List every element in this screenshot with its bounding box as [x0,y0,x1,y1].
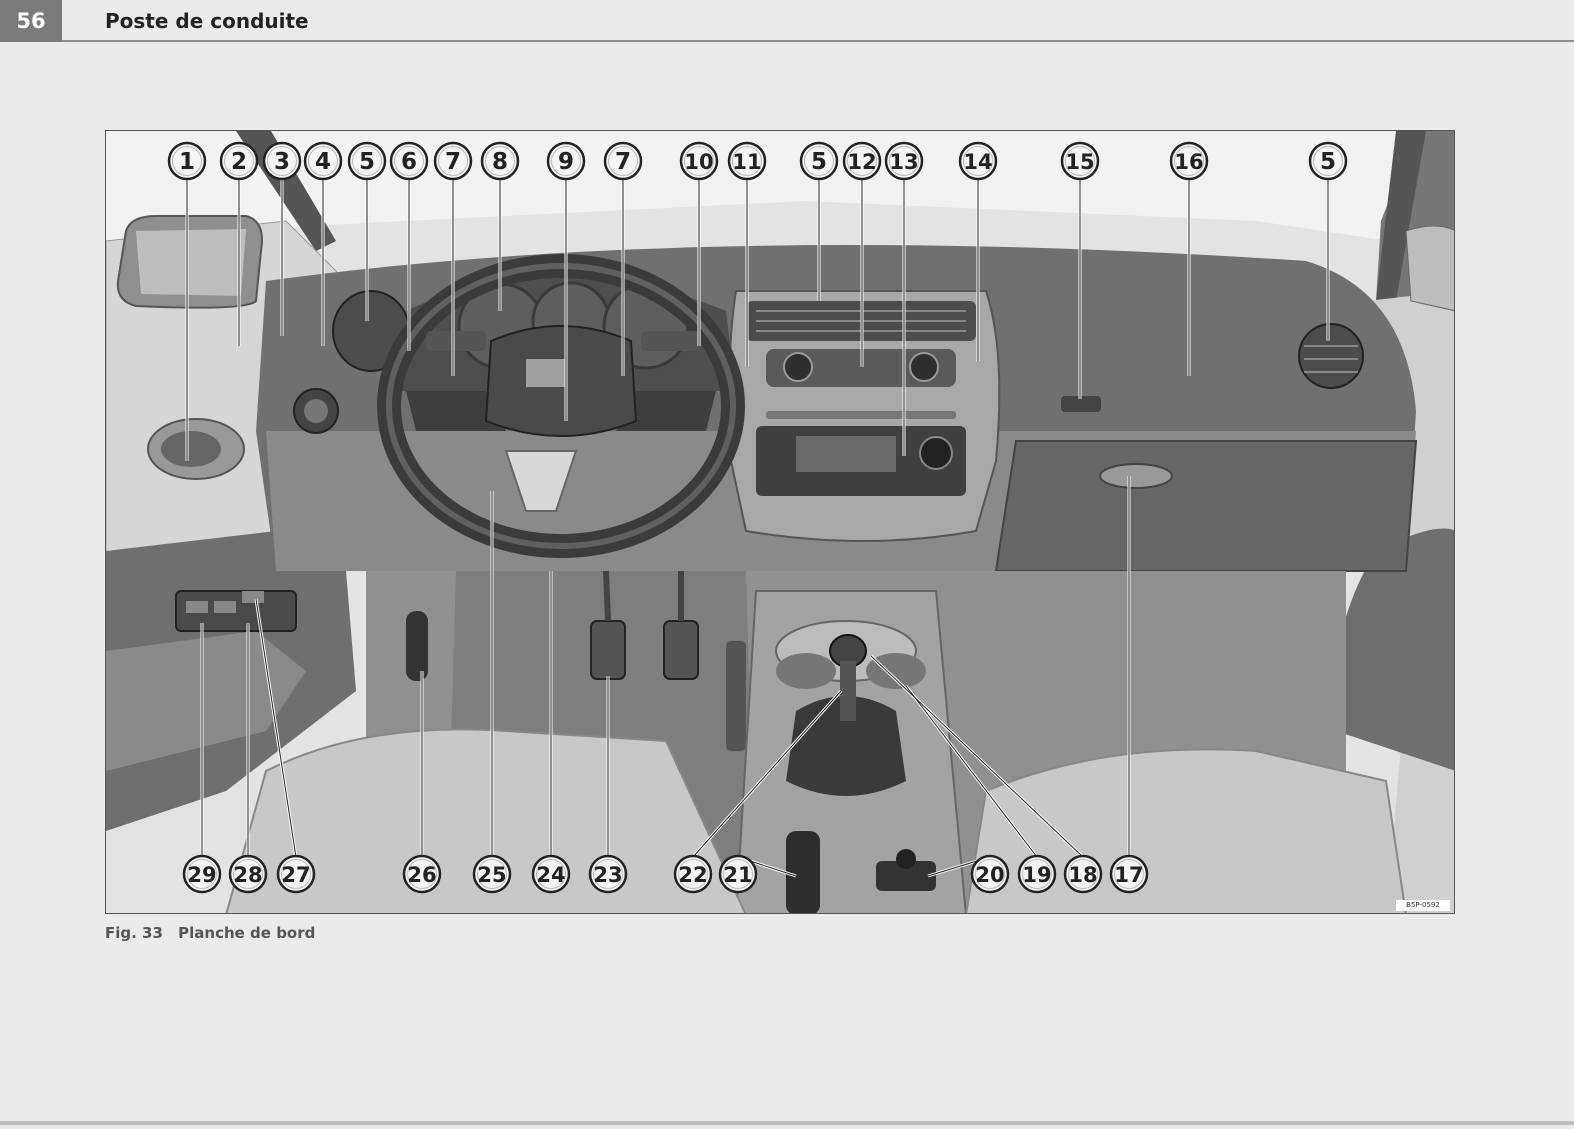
figure-caption-label: Fig. 33 [105,924,163,942]
dashboard-illustration: 1 2 3 4 5 6 7 8 9 7 10 11 5 12 13 14 15 16 5 29 28 27 26 25 24 2… [106,131,1454,913]
callout-bottom-label-22: 22 [678,863,707,887]
callout-top-label-9: 9 [558,149,574,175]
callout-top-label-12: 12 [847,150,876,174]
callout-top-label-5: 5 [359,149,375,175]
callout-top-label-11: 11 [732,150,761,174]
callout-bottom-label-27: 27 [281,863,310,887]
callout-bottom-label-28: 28 [233,863,262,887]
callout-top-label-15: 15 [1065,150,1094,174]
callout-top-label-5: 5 [1320,149,1336,175]
callout-top-label-10: 10 [684,150,713,174]
callout-top-label-4: 4 [315,149,331,175]
figure-caption-text: Planche de bord [178,924,316,942]
callout-bottom-label-20: 20 [975,863,1004,887]
callout-bottom-label-19: 19 [1022,863,1051,887]
callout-bottom-label-24: 24 [536,863,565,887]
callout-top-label-8: 8 [492,149,508,175]
page-number: 56 [0,0,62,42]
callout-top-label-1: 1 [179,149,195,175]
callout-top-label-14: 14 [963,150,992,174]
callout-bottom-label-21: 21 [723,863,752,887]
callout-top-label-16: 16 [1174,150,1203,174]
section-title: Poste de conduite [105,9,309,33]
header-rule [62,40,1574,42]
callout-bottom-label-25: 25 [477,863,506,887]
page-header: 56 Poste de conduite [0,0,1574,42]
figure-caption: Fig. 33 Planche de bord [105,924,315,942]
callout-top-label-6: 6 [401,149,417,175]
bottom-rule [0,1121,1574,1125]
callout-top-label-2: 2 [231,149,247,175]
callout-top-label-3: 3 [274,149,290,175]
callout-top-label-13: 13 [889,150,918,174]
callout-top-label-7: 7 [445,149,461,175]
callout-bottom-label-26: 26 [407,863,436,887]
dashboard-figure: 1 2 3 4 5 6 7 8 9 7 10 11 5 12 13 14 15 16 5 29 28 27 26 25 24 2… [105,130,1455,914]
callout-top-label-7: 7 [615,149,631,175]
callout-bottom-label-29: 29 [187,863,216,887]
figure-ref-code: B5P-0592 [1396,900,1450,911]
callout-bottom-label-18: 18 [1068,863,1097,887]
callout-bottom-label-23: 23 [593,863,622,887]
callout-top-label-5: 5 [811,149,827,175]
callout-bottom-label-17: 17 [1114,863,1143,887]
